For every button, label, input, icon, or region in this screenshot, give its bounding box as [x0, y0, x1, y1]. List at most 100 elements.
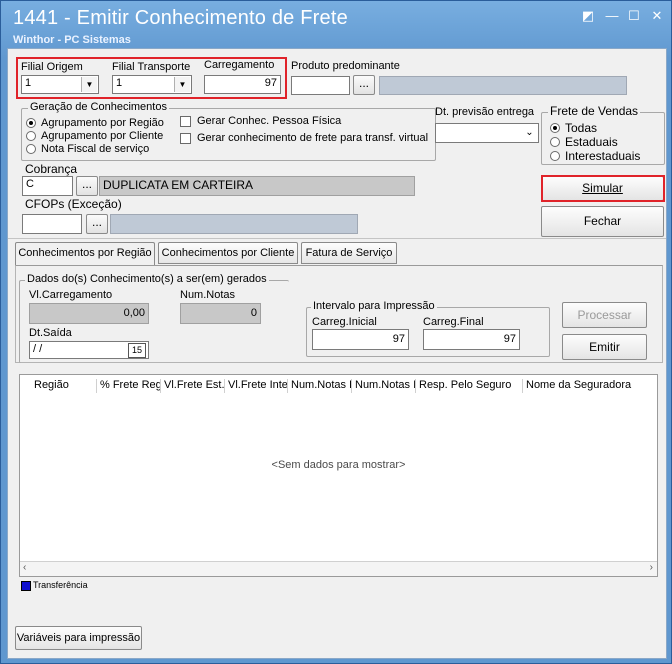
radio-todas[interactable]: Todas — [550, 121, 597, 135]
cfops-label: CFOPs (Exceção) — [25, 197, 122, 211]
cobranca-input[interactable]: C — [22, 176, 73, 196]
fechar-button[interactable]: Fechar — [541, 206, 664, 237]
radio-dot — [26, 118, 36, 128]
filial-origem-select[interactable]: 1 ▼ — [21, 75, 99, 94]
column-header[interactable]: Vl.Frete Est. — [161, 379, 225, 393]
column-header[interactable]: Num.Notas I — [352, 379, 416, 393]
check-transf-virtual[interactable]: Gerar conhecimento de frete para transf.… — [180, 132, 428, 144]
intervalo-title: Intervalo para Impressão — [311, 300, 437, 312]
vl-carregamento-value: 0,00 — [29, 303, 149, 324]
chevron-down-icon[interactable]: ▼ — [81, 77, 97, 92]
carreg-final-label: Carreg.Final — [423, 316, 484, 328]
cfops-description — [110, 214, 358, 234]
column-header[interactable]: Vl.Frete Inte — [225, 379, 288, 393]
checkbox — [180, 115, 191, 127]
cobranca-search-button[interactable]: ... — [76, 176, 98, 196]
check-label: Gerar Conhec. Pessoa Física — [197, 115, 342, 127]
carreg-inicial-label: Carreg.Inicial — [312, 316, 377, 328]
filial-transporte-label: Filial Transporte — [112, 61, 191, 73]
radio-agrupamento-regiao[interactable]: Agrupamento por Região — [26, 117, 164, 129]
column-header[interactable]: Nome da Seguradora — [523, 379, 643, 393]
radio-label: Agrupamento por Cliente — [41, 130, 164, 142]
check-label: Gerar conhecimento de frete para transf.… — [197, 132, 429, 144]
produto-search-button[interactable]: ... — [353, 75, 375, 95]
previsao-label: Dt. previsão entrega — [435, 106, 535, 118]
window-title: 1441 - Emitir Conhecimento de Frete — [13, 7, 348, 29]
carregamento-label: Carregamento — [204, 59, 275, 71]
radio-agrupamento-cliente[interactable]: Agrupamento por Cliente — [26, 130, 163, 142]
legend-swatch — [21, 581, 31, 591]
processar-button[interactable]: Processar — [562, 302, 647, 328]
filial-origem-label: Filial Origem — [21, 61, 83, 73]
close-icon[interactable]: ✕ — [648, 8, 666, 24]
produto-input[interactable] — [291, 76, 350, 95]
calendar-icon[interactable]: 15 — [128, 343, 146, 358]
dt-saida-input[interactable]: / / 15 — [29, 341, 149, 359]
vl-carregamento-label: Vl.Carregamento — [29, 289, 113, 301]
column-header[interactable]: Região — [31, 379, 97, 393]
radio-nota-fiscal-servico[interactable]: Nota Fiscal de serviço — [26, 143, 149, 155]
horizontal-scrollbar[interactable]: ‹ › — [20, 561, 657, 576]
tab-fatura-servico[interactable]: Fatura de Serviço — [301, 242, 397, 264]
produto-label: Produto predominante — [291, 60, 400, 72]
radio-label: Nota Fiscal de serviço — [41, 143, 150, 155]
radio-interestaduais[interactable]: Interestaduais — [550, 149, 640, 163]
num-notas-label: Num.Notas — [180, 289, 236, 301]
help-icon[interactable]: ◩ — [579, 8, 597, 24]
chevron-down-icon[interactable]: ⌄ — [522, 125, 537, 140]
checkbox — [180, 132, 191, 144]
title-bar[interactable]: 1441 - Emitir Conhecimento de Frete Wint… — [1, 1, 671, 47]
carregamento-input[interactable]: 97 — [204, 75, 281, 94]
geracao-group: Geração de Conhecimentos Agrupamento por… — [21, 101, 436, 161]
check-pessoa-fisica[interactable]: Gerar Conhec. Pessoa Física — [180, 115, 341, 127]
variaveis-impressao-button[interactable]: Variáveis para impressão — [15, 626, 142, 650]
dt-saida-label: Dt.Saída — [29, 327, 72, 339]
radio-label: Agrupamento por Região — [41, 117, 164, 129]
legend-label: Transferência — [33, 580, 88, 590]
scroll-left-icon[interactable]: ‹ — [23, 562, 26, 573]
radio-dot — [550, 137, 560, 147]
radio-dot — [26, 144, 36, 154]
emitir-button[interactable]: Emitir — [562, 334, 647, 360]
filial-transporte-value: 1 — [116, 77, 123, 89]
chevron-down-icon[interactable]: ▼ — [174, 77, 190, 92]
column-header[interactable]: % Frete Reg — [97, 379, 161, 393]
client-area: Filial Origem 1 ▼ Filial Transporte 1 ▼ … — [7, 48, 667, 659]
main-window: 1441 - Emitir Conhecimento de Frete Wint… — [0, 0, 672, 664]
radio-label: Estaduais — [565, 135, 618, 149]
cobranca-label: Cobrança — [25, 162, 78, 176]
radio-dot — [550, 151, 560, 161]
empty-message: <Sem dados para mostrar> — [271, 459, 406, 471]
filial-transporte-select[interactable]: 1 ▼ — [112, 75, 192, 94]
divider — [8, 238, 666, 239]
carreg-inicial-input[interactable]: 97 — [312, 329, 409, 350]
highlight-simular — [541, 175, 665, 202]
dt-saida-value: / / — [33, 343, 43, 355]
radio-label: Interestaduais — [565, 149, 641, 163]
scroll-right-icon[interactable]: › — [650, 562, 653, 573]
tab-conhecimentos-cliente[interactable]: Conhecimentos por Cliente — [158, 242, 298, 264]
column-header[interactable]: Num.Notas E — [288, 379, 352, 393]
previsao-select[interactable]: ⌄ — [435, 123, 539, 143]
carreg-final-input[interactable]: 97 — [423, 329, 520, 350]
frete-vendas-title: Frete de Vendas — [548, 104, 641, 118]
maximize-icon[interactable]: ☐ — [625, 8, 643, 24]
tab-conhecimentos-regiao[interactable]: Conhecimentos por Região — [15, 242, 155, 266]
cfops-search-button[interactable]: ... — [86, 214, 108, 234]
dados-title: Dados do(s) Conhecimento(s) a ser(em) ge… — [25, 273, 269, 285]
radio-dot — [26, 131, 36, 141]
filial-origem-value: 1 — [25, 77, 32, 89]
geracao-title: Geração de Conhecimentos — [28, 101, 169, 113]
data-grid[interactable]: Região % Frete Reg Vl.Frete Est. Vl.Fret… — [19, 374, 658, 577]
produto-description — [379, 76, 627, 95]
column-header[interactable]: Resp. Pelo Seguro — [416, 379, 523, 393]
window-subtitle: Winthor - PC Sistemas — [13, 34, 131, 46]
minimize-icon[interactable]: — — [603, 8, 621, 24]
frete-vendas-group: Frete de Vendas Todas Estaduais Interest… — [541, 104, 665, 165]
radio-dot — [550, 123, 560, 133]
num-notas-value: 0 — [180, 303, 261, 324]
cfops-input[interactable] — [22, 214, 82, 234]
radio-estaduais[interactable]: Estaduais — [550, 135, 618, 149]
cobranca-description: DUPLICATA EM CARTEIRA — [99, 176, 415, 196]
radio-label: Todas — [565, 121, 598, 135]
